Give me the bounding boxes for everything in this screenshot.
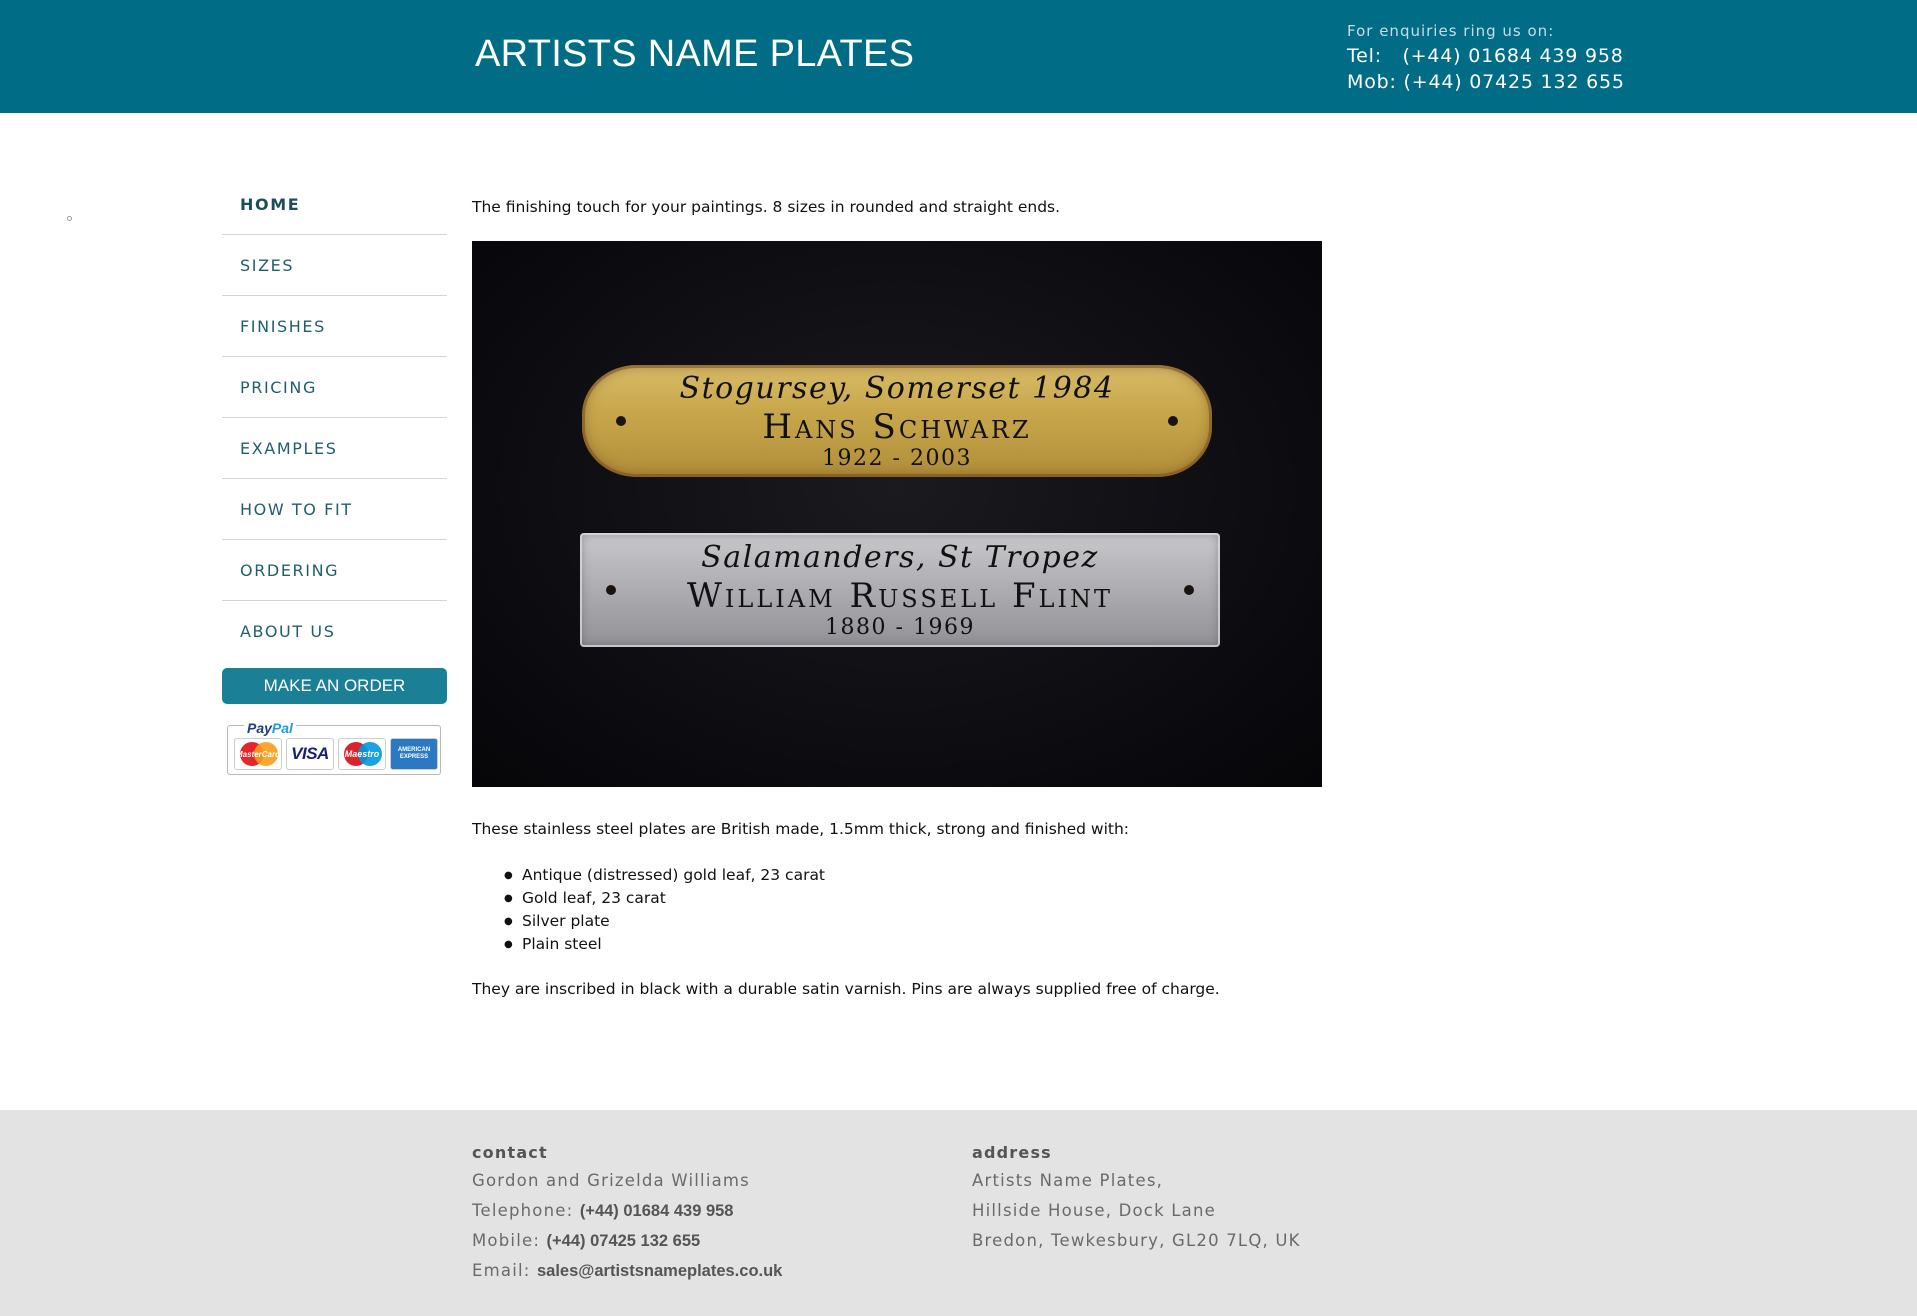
nav-item-examples[interactable]: EXAMPLES <box>222 418 447 479</box>
header-telephone: Tel: (+44) 01684 439 958 <box>1347 45 1624 67</box>
list-item: Antique (distressed) gold leaf, 23 carat <box>504 864 825 887</box>
enquiries-block: For enquiries ring us on: Tel: (+44) 016… <box>1347 22 1625 95</box>
materials-text: These stainless steel plates are British… <box>472 820 1130 838</box>
footer-email-link[interactable]: sales@artistsnameplates.co.uk <box>537 1262 782 1280</box>
footer-mobile-label: Mobile: <box>472 1231 547 1250</box>
nav-item-sizes[interactable]: SIZES <box>222 235 447 296</box>
header-mobile: Mob: (+44) 07425 132 655 <box>1347 71 1625 93</box>
paypal-logo: PayPal <box>244 720 296 736</box>
plate-line-3: 1880 - 1969 <box>825 615 975 640</box>
nav-item-about-us[interactable]: ABOUT US <box>222 601 447 662</box>
pin-hole-icon <box>1168 416 1178 426</box>
paypal-logo-pal: Pal <box>271 720 293 736</box>
plate-line-2: William Russell Flint <box>686 576 1113 616</box>
paypal-payment-badge[interactable]: PayPal MasterCard VISA Maestro AMERICAN … <box>227 720 441 775</box>
plate-line-1: Salamanders, St Tropez <box>701 540 1099 575</box>
plate-line-2: Hans Schwarz <box>762 407 1032 447</box>
paypal-logo-pay: Pay <box>247 720 272 736</box>
name-plates-photo: Stogursey, Somerset 1984 Hans Schwarz 19… <box>472 241 1322 787</box>
finishes-list: Antique (distressed) gold leaf, 23 carat… <box>504 864 825 956</box>
footer-contact-heading: contact <box>472 1143 548 1162</box>
intro-text: The finishing touch for your paintings. … <box>472 198 1061 216</box>
site-footer <box>0 1110 1917 1316</box>
footer-contact-names: Gordon and Grizelda Williams <box>472 1171 750 1190</box>
make-an-order-button[interactable]: MAKE AN ORDER <box>222 668 447 704</box>
gold-name-plate: Stogursey, Somerset 1984 Hans Schwarz 19… <box>582 365 1212 477</box>
footer-address-line: Hillside House, Dock Lane <box>972 1201 1216 1220</box>
nav-item-pricing[interactable]: PRICING <box>222 357 447 418</box>
inscription-text: They are inscribed in black with a durab… <box>472 980 1220 998</box>
mastercard-icon: MasterCard <box>234 738 282 770</box>
plate-line-1: Stogursey, Somerset 1984 <box>679 371 1115 406</box>
pin-hole-icon <box>1184 585 1194 595</box>
maestro-icon: Maestro <box>338 738 386 770</box>
footer-mobile-value[interactable]: (+44) 07425 132 655 <box>547 1232 701 1250</box>
site-title[interactable]: ARTISTS NAME PLATES <box>475 33 914 76</box>
nav-item-ordering[interactable]: ORDERING <box>222 540 447 601</box>
list-item: Plain steel <box>504 933 825 956</box>
footer-email: Email: sales@artistsnameplates.co.uk <box>472 1256 782 1286</box>
footer-address: address Artists Name Plates, Hillside Ho… <box>972 1143 1301 1256</box>
footer-telephone: Telephone: (+44) 01684 439 958 <box>472 1196 782 1226</box>
enquiries-label: For enquiries ring us on: <box>1347 22 1555 40</box>
footer-email-label: Email: <box>472 1261 537 1280</box>
amex-icon: AMERICAN EXPRESS <box>390 738 438 770</box>
site-header: ARTISTS NAME PLATES For enquiries ring u… <box>0 0 1917 113</box>
card-logos: MasterCard VISA Maestro AMERICAN EXPRESS <box>234 738 438 770</box>
plate-line-3: 1922 - 2003 <box>822 446 972 471</box>
nav-item-home[interactable]: HOME <box>222 174 447 235</box>
nav-item-finishes[interactable]: FINISHES <box>222 296 447 357</box>
list-item: Gold leaf, 23 carat <box>504 887 825 910</box>
footer-mobile: Mobile: (+44) 07425 132 655 <box>472 1226 782 1256</box>
footer-telephone-label: Telephone: <box>472 1201 580 1220</box>
stray-bullet-dot <box>67 216 72 221</box>
pin-hole-icon <box>616 416 626 426</box>
nav-item-how-to-fit[interactable]: HOW TO FIT <box>222 479 447 540</box>
footer-address-heading: address <box>972 1143 1052 1162</box>
silver-name-plate: Salamanders, St Tropez William Russell F… <box>580 533 1220 647</box>
sidebar-nav: HOME SIZES FINISHES PRICING EXAMPLES HOW… <box>222 174 447 662</box>
footer-address-line: Bredon, Tewkesbury, GL20 7LQ, UK <box>972 1231 1301 1250</box>
visa-icon: VISA <box>286 738 334 770</box>
footer-address-line: Artists Name Plates, <box>972 1171 1164 1190</box>
list-item: Silver plate <box>504 910 825 933</box>
pin-hole-icon <box>606 585 616 595</box>
footer-contact: contact Gordon and Grizelda Williams Tel… <box>472 1143 782 1286</box>
footer-telephone-value[interactable]: (+44) 01684 439 958 <box>580 1202 734 1220</box>
